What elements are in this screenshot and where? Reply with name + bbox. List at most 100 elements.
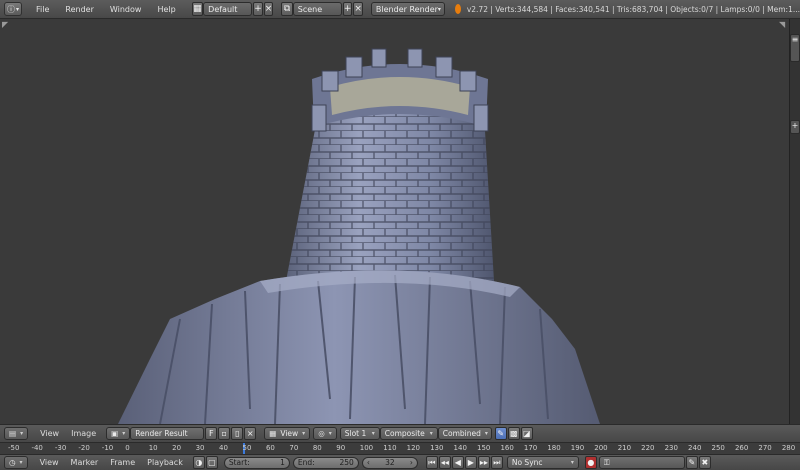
ruler-tick-label: -40 [31,444,43,452]
info-editor-type-button[interactable]: ⓘ ▾ [4,2,23,16]
3d-viewport[interactable]: ◤ ◥ [0,19,790,424]
keying-set-field[interactable]: ⚿ [598,456,685,469]
image-browse-button[interactable]: ▣ ▾ [106,427,131,440]
open-image-icon[interactable]: ▯ [231,427,244,440]
screen-layout-field[interactable]: Default [203,2,253,16]
menu-help[interactable]: Help [149,5,183,14]
insert-keyframe-icon[interactable]: ✎ [685,456,698,469]
properties-region-edge [790,19,800,424]
ruler-tick-label: -50 [8,444,20,452]
play-icon[interactable]: ▶ [464,456,477,469]
ruler-tick-label: 160 [500,444,514,452]
view-mode-dropdown[interactable]: ▦ View ▾ [264,427,311,440]
start-frame-label: Start: [228,458,250,467]
clock-icon: ◷ [9,458,16,467]
render-engine-label: Blender Render [375,4,438,14]
ruler-tick-label: 90 [336,444,346,452]
scene-statistics: v2.72 | Verts:344,584 | Faces:340,541 | … [466,4,800,14]
scene-field[interactable]: Scene [292,2,342,16]
checker-icon[interactable]: ▩ [507,427,520,440]
image-name-field[interactable]: Render Result [130,427,205,440]
scene-browse-button[interactable]: ⧉ [281,2,293,16]
ruler-tick-label: 40 [219,444,228,452]
start-frame-field[interactable]: Start: 1 [223,456,290,469]
timeline-menu-view[interactable]: View [40,458,59,467]
slot-label: Slot 1 [344,429,367,438]
ruler-tick-label: 70 [289,444,299,452]
image-editor-icon: ▤ [9,429,17,438]
slot-dropdown[interactable]: Slot 1 ▾ [339,427,380,440]
ruler-tick-label: 240 [688,444,702,452]
lock-time-icon[interactable]: ▢ [205,456,218,469]
scope-icon[interactable]: ◪ [520,427,533,440]
timeline-menu-frame[interactable]: Frame [110,458,135,467]
image-editor-header: ▤ ▾ View Image ▣ ▾ Render Result F ▫ ▯ × ▦… [0,424,800,442]
render-pass-dropdown[interactable]: Combined ▾ [437,427,492,440]
image-browse-icon: ▣ [111,429,119,438]
jump-end-icon[interactable]: ⏭ [490,456,503,469]
viewport-corner-top-left-icon[interactable]: ◤ [2,20,10,29]
render-engine-dropdown[interactable]: Blender Render ▾ [370,2,445,16]
toolshelf-tab-icon[interactable]: ≡ [790,34,800,62]
image-editor-type-button[interactable]: ▤ ▾ [4,427,29,440]
timeline-ruler[interactable]: -50 -40 -30 -20 -10 0 10 20 30 40 50 60 70 80 90 100 110… [0,442,800,454]
ruler-tick-label: 20 [172,444,182,452]
view-mode-label: View [280,429,299,438]
sync-mode-dropdown[interactable]: No Sync ▾ [506,456,579,469]
ruler-tick-label: 250 [711,444,725,452]
jump-start-icon[interactable]: ⏮ [425,456,438,469]
start-frame-value: 1 [280,458,285,467]
fake-user-button[interactable]: F [205,427,218,440]
ruler-tick-label: 190 [570,444,585,452]
draw-alpha-icon[interactable]: ✎ [494,427,507,440]
menu-window[interactable]: Window [102,5,150,14]
next-keyframe-icon[interactable]: ▸▸ [477,456,490,469]
viewport-corner-top-right-icon[interactable]: ◥ [779,20,787,29]
ruler-tick-label: 100 [359,444,374,452]
new-image-icon[interactable]: ▫ [218,427,231,440]
add-screen-icon[interactable]: + [253,2,263,16]
record-icon[interactable]: ● [584,456,597,469]
ruler-tick-label: 210 [617,444,632,452]
ruler-tick-label: -20 [78,444,90,452]
end-frame-field[interactable]: End: 250 [292,456,359,469]
preview-range-icon[interactable]: ◑ [192,456,205,469]
add-scene-icon[interactable]: + [342,2,353,16]
timeline-header: ◷ ▾ View Marker Frame Playback ◑ ▢ Start:… [0,454,800,470]
menu-render[interactable]: Render [57,5,101,14]
remove-screen-icon[interactable]: × [263,2,274,16]
ruler-tick-label: 110 [383,444,397,452]
menu-view[interactable]: View [40,429,59,438]
ruler-tick-label: 60 [265,444,275,452]
toolshelf-tab-plus-icon[interactable]: + [790,120,800,134]
ruler-tick-label: 80 [312,444,322,452]
timeline-menu-playback[interactable]: Playback [147,458,183,467]
menu-file[interactable]: File [28,5,57,14]
increment-frame-icon[interactable]: › [410,458,413,467]
ruler-tick-label: 150 [477,444,491,452]
menu-image[interactable]: Image [71,429,96,438]
ruler-tick-label: 270 [758,444,772,452]
current-frame-field[interactable]: ‹ 32 › [361,456,418,469]
screen-layout-browse-button[interactable]: ▦ [191,2,204,16]
ruler-tick-label: 130 [430,444,444,452]
end-frame-label: End: [297,458,315,467]
timeline-editor-type-button[interactable]: ◷ ▾ [4,456,28,469]
delete-keyframe-icon[interactable]: ✖ [698,456,711,469]
ruler-tick-label: 140 [453,444,467,452]
blender-logo-icon [454,4,461,14]
timeline-menu-marker[interactable]: Marker [71,458,99,467]
play-reverse-icon[interactable]: ◀ [451,456,464,469]
ruler-tick-label: 230 [664,444,678,452]
ruler-tick-label: 10 [148,444,158,452]
ruler-tick-label: 30 [195,444,205,452]
decrement-frame-icon[interactable]: ‹ [367,458,370,467]
render-layer-dropdown[interactable]: Composite ▾ [379,427,438,440]
unlink-image-icon[interactable]: × [244,427,257,440]
pivot-icon[interactable]: ◎ ▾ [313,427,337,440]
ruler-tick-label: 120 [406,444,421,452]
prev-keyframe-icon[interactable]: ◂◂ [438,456,451,469]
main-menu: File Render Window Help [28,5,184,14]
render-pass-label: Combined [442,429,481,438]
remove-scene-icon[interactable]: × [353,2,363,16]
